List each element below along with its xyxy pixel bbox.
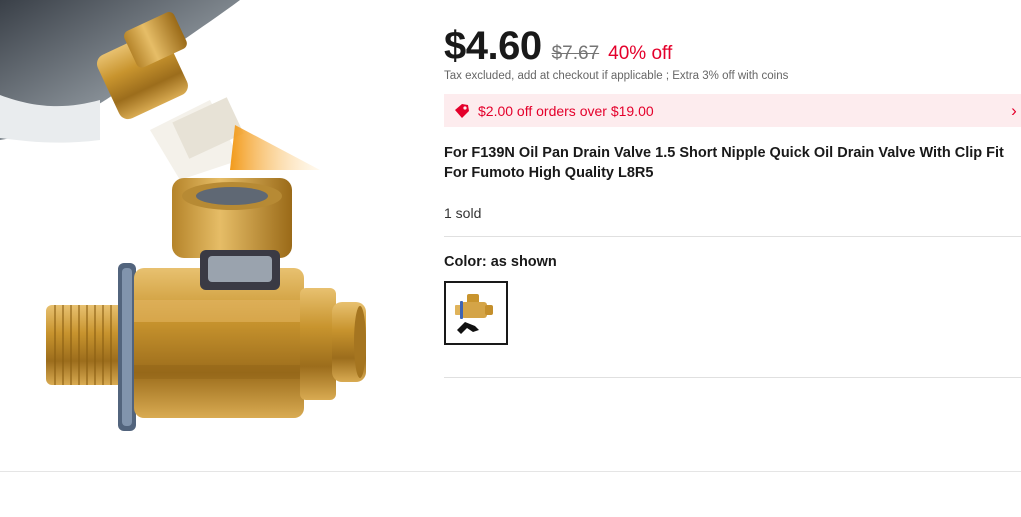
discount-percent: 40% off (608, 43, 673, 64)
product-main-image[interactable] (0, 0, 420, 460)
drain-valve-image (0, 0, 366, 431)
original-price: $7.67 (551, 43, 600, 64)
product-info-panel: $4.60 $7.67 40% off Tax excluded, add at… (444, 0, 1021, 470)
section-divider (0, 471, 1021, 472)
color-selector-label: Color: as shown (444, 254, 557, 270)
color-value: as shown (490, 254, 557, 270)
coupon-banner[interactable]: $2.00 off orders over $19.00 › (444, 94, 1021, 127)
tag-icon (454, 102, 472, 120)
product-title: For F139N Oil Pan Drain Valve 1.5 Short … (444, 145, 1004, 181)
divider (444, 377, 1021, 378)
color-label: Color: (444, 254, 487, 270)
color-swatch-as-shown[interactable] (444, 281, 508, 345)
chevron-right-icon[interactable]: › (1007, 101, 1021, 121)
coupon-text: $2.00 off orders over $19.00 (478, 102, 654, 119)
swatch-thumbnail-image (455, 294, 493, 334)
sold-count: 1 sold (444, 205, 482, 221)
tax-note: Tax excluded, add at checkout if applica… (444, 70, 789, 82)
current-price: $4.60 (444, 24, 542, 68)
divider (444, 236, 1021, 237)
price-row: $4.60 $7.67 40% off (444, 24, 672, 70)
